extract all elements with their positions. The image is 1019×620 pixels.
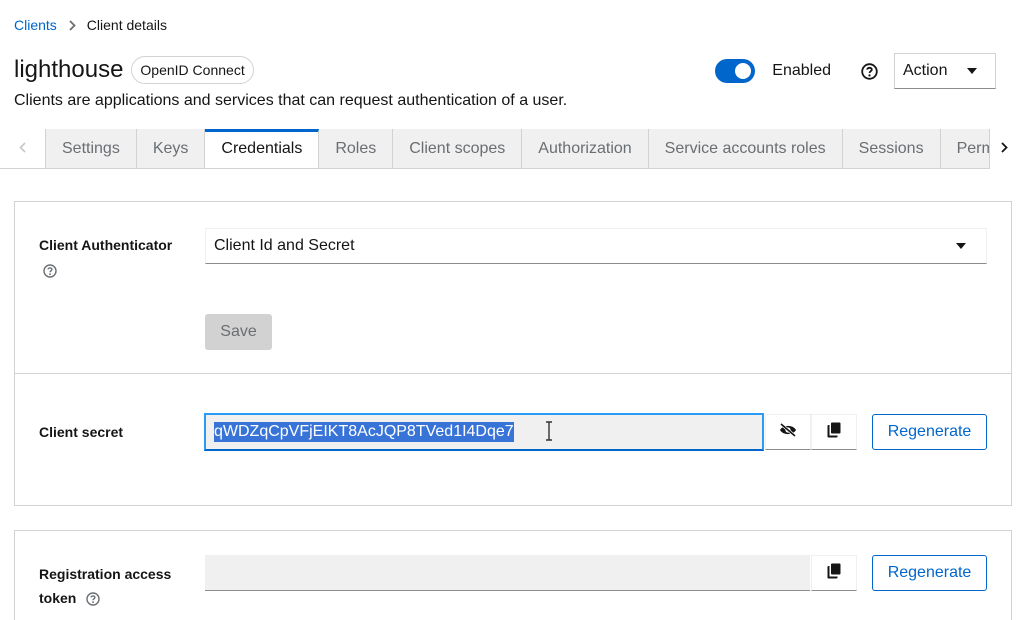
client-secret-value: qWDZqCpVFjEIKT8AcJQP8TVed1I4Dqe7 (214, 422, 514, 442)
registration-token-input[interactable] (205, 555, 810, 591)
tab-sessions[interactable]: Sessions (842, 129, 941, 168)
tab-service-accounts-roles[interactable]: Service accounts roles (648, 129, 843, 168)
action-dropdown[interactable]: Action (894, 53, 996, 89)
tab-settings[interactable]: Settings (46, 129, 137, 168)
breadcrumb: Clients Client details (14, 17, 167, 33)
registration-token-label-line2: token (39, 590, 77, 606)
client-authenticator-label-text: Client Authenticator (39, 237, 173, 253)
page-title: lighthouse (14, 56, 124, 83)
client-authenticator-label: Client Authenticator (39, 233, 172, 281)
tab-credentials[interactable]: Credentials (205, 129, 320, 168)
copy-secret-button[interactable] (811, 414, 857, 450)
tab-track: Settings Keys Credentials Roles Client s… (46, 129, 989, 168)
tab-client-scopes[interactable]: Client scopes (393, 129, 523, 168)
client-secret-input[interactable]: qWDZqCpVFjEIKT8AcJQP8TVed1I4Dqe7 (204, 413, 764, 451)
client-authenticator-select[interactable]: Client Id and Secret (205, 228, 987, 264)
tab-keys[interactable]: Keys (136, 129, 206, 168)
registration-token-label-line1: Registration access (39, 566, 172, 582)
credentials-card: Client Authenticator Client Id and Secre… (14, 201, 1012, 506)
caret-down-icon (956, 243, 966, 249)
help-icon[interactable] (86, 592, 100, 606)
client-authenticator-value: Client Id and Secret (214, 237, 355, 254)
client-secret-label: Client secret (39, 424, 124, 440)
tab-scroll-left-button[interactable] (0, 129, 46, 169)
enabled-label: Enabled (772, 62, 831, 79)
copy-icon (827, 422, 841, 443)
copy-token-button[interactable] (811, 555, 857, 591)
section-divider (15, 373, 1011, 374)
page-subtitle: Clients are applications and services th… (14, 92, 568, 109)
chevron-left-icon (19, 140, 26, 158)
toggle-secret-visibility-button[interactable] (765, 414, 811, 450)
chevron-right-icon (1001, 140, 1008, 158)
title-row: lighthouse OpenID Connect (14, 56, 254, 84)
help-icon[interactable] (43, 264, 57, 278)
chevron-right-icon (69, 19, 76, 31)
tab-roles[interactable]: Roles (319, 129, 394, 168)
regenerate-secret-button[interactable]: Regenerate (872, 414, 987, 450)
header-actions: Enabled Action (715, 53, 996, 89)
toggle-knob (735, 63, 752, 79)
tab-authorization[interactable]: Authorization (522, 129, 649, 168)
help-icon[interactable] (861, 62, 878, 80)
registration-token-card: Registration access token Regenerate (14, 530, 1012, 620)
registration-token-label: Registration access token (39, 562, 171, 610)
tab-scroll-right-button[interactable] (989, 129, 1019, 169)
protocol-badge: OpenID Connect (131, 56, 254, 84)
text-cursor-icon (545, 421, 553, 441)
enabled-toggle[interactable] (715, 59, 756, 83)
copy-icon (827, 563, 841, 584)
regenerate-token-button[interactable]: Regenerate (872, 555, 987, 591)
caret-down-icon (967, 68, 977, 74)
eye-slash-icon (779, 422, 797, 442)
tab-permissions[interactable]: Permissions (940, 129, 989, 168)
breadcrumb-clients-link[interactable]: Clients (14, 17, 57, 33)
breadcrumb-current: Client details (86, 17, 167, 33)
save-button[interactable]: Save (205, 314, 272, 350)
tab-bar: Settings Keys Credentials Roles Client s… (0, 129, 1019, 169)
action-dropdown-label: Action (903, 62, 948, 79)
